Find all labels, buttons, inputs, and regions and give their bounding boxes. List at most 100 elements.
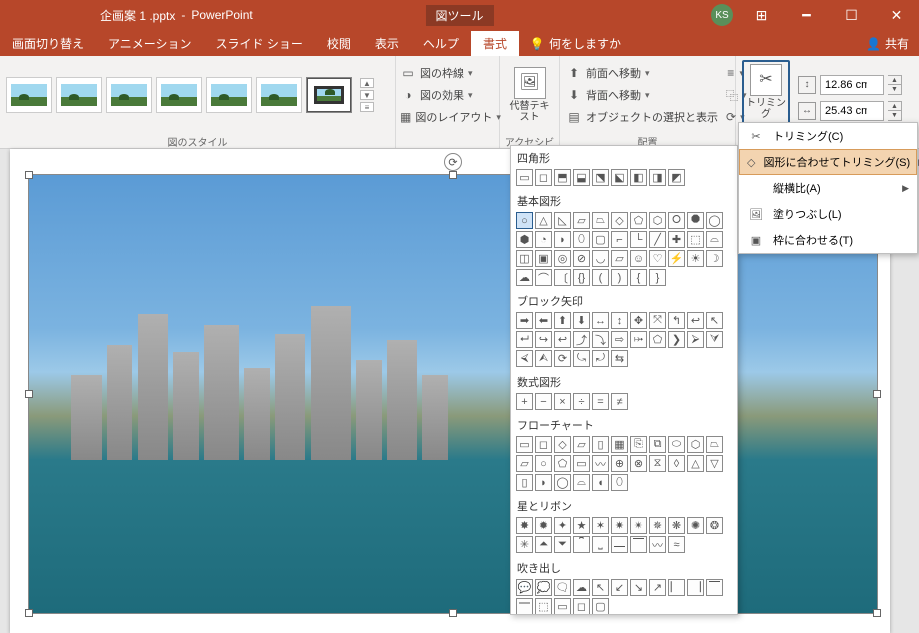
width-spinner[interactable]: ▲▼ [888, 101, 902, 121]
shape-star8[interactable]: ✴ [630, 517, 647, 534]
shape-arrow-leftright[interactable]: ↔ [592, 312, 609, 329]
shape-arrow-notched[interactable]: ⤠ [630, 331, 647, 348]
shape-star32[interactable]: ✳ [516, 536, 533, 553]
shape-fc-manual-input[interactable]: ⏢ [706, 436, 723, 453]
picture-border-button[interactable]: ▭ 図の枠線▾ [400, 63, 495, 83]
shape-arrow-downcallout[interactable]: ⮛ [706, 331, 723, 348]
shape-diag-stripe[interactable]: ╱ [649, 231, 666, 248]
resize-handle-n[interactable] [449, 171, 457, 179]
shape-multiply[interactable]: × [554, 393, 571, 410]
shape-cloud[interactable]: ☁ [516, 269, 533, 286]
shape-arrow-striped[interactable]: ⇨ [611, 331, 628, 348]
close-button[interactable]: ✕ [874, 0, 919, 30]
shape-callout-oval[interactable]: 🗨 [554, 579, 571, 596]
shape-oval[interactable]: ○ [516, 212, 533, 229]
shape-snip-rect-1[interactable]: ⬒ [554, 169, 571, 186]
style-option-7[interactable] [306, 77, 352, 113]
shape-fc-display[interactable]: ⬯ [611, 474, 628, 491]
tab-format[interactable]: 書式 [471, 31, 519, 56]
shape-round-rect-3[interactable]: ◨ [649, 169, 666, 186]
resize-handle-w[interactable] [25, 390, 33, 398]
maximize-button[interactable]: ☐ [829, 0, 874, 30]
shape-fc-sort[interactable]: ◊ [668, 455, 685, 472]
shape-bracket[interactable]: 〔 [554, 269, 571, 286]
shape-callout-accent1[interactable]: ⎸ [668, 579, 685, 596]
shape-plaque[interactable]: ⬚ [687, 231, 704, 248]
picture-style-gallery[interactable] [6, 77, 352, 113]
shape-block-arc[interactable]: ◡ [592, 250, 609, 267]
menu-item-aspect-ratio[interactable]: 縦横比(A) ▶ [739, 175, 917, 201]
shape-arrow-circular[interactable]: ⟳ [554, 350, 571, 367]
shape-fc-stored[interactable]: ▯ [516, 474, 533, 491]
shape-divide[interactable]: ÷ [573, 393, 590, 410]
shape-round-rect-4[interactable]: ◩ [668, 169, 685, 186]
shape-rounded-rect[interactable]: ◻ [535, 169, 552, 186]
shape-arrow-updown[interactable]: ↕ [611, 312, 628, 329]
resize-handle-sw[interactable] [25, 609, 33, 617]
style-option-3[interactable] [106, 77, 152, 113]
shape-heart[interactable]: ♡ [649, 250, 666, 267]
shape-wave[interactable]: 〰 [649, 536, 666, 553]
share-button[interactable]: 👤 共有 [856, 31, 919, 56]
shape-triangle[interactable]: △ [535, 212, 552, 229]
shape-fc-connector[interactable]: ○ [535, 455, 552, 472]
shape-arc[interactable]: ⌒ [535, 269, 552, 286]
tab-review[interactable]: 校閲 [315, 31, 363, 56]
shape-fc-tape[interactable]: 〰 [592, 455, 609, 472]
shape-arrow-quad[interactable]: ✥ [630, 312, 647, 329]
shape-round-rect-1[interactable]: ⬕ [611, 169, 628, 186]
shape-sun[interactable]: ☀ [687, 250, 704, 267]
shape-right-triangle[interactable]: ◺ [554, 212, 571, 229]
shape-fc-manual-op[interactable]: ⏥ [516, 455, 533, 472]
menu-item-fit[interactable]: ▣ 枠に合わせる(T) [739, 227, 917, 253]
tab-transition[interactable]: 画面切り替え [0, 31, 96, 56]
style-option-1[interactable] [6, 77, 52, 113]
shape-ribbon-curved-up[interactable]: ⎴ [573, 536, 590, 553]
shape-arrow-curved-up[interactable]: ⤴ [573, 331, 590, 348]
resize-handle-nw[interactable] [25, 171, 33, 179]
bring-forward-button[interactable]: ⬆ 前面へ移動▾ [566, 63, 718, 83]
shape-chord[interactable]: ◗ [554, 231, 571, 248]
shape-fc-mag-disk[interactable]: ⌓ [573, 474, 590, 491]
shape-star24[interactable]: ❂ [706, 517, 723, 534]
tab-help[interactable]: ヘルプ [411, 31, 471, 56]
style-gallery-more[interactable]: ▲▼≡ [360, 78, 374, 112]
shape-callout-line3[interactable]: ↘ [630, 579, 647, 596]
shape-fc-document[interactable]: ⎘ [630, 436, 647, 453]
shape-can[interactable]: ⌓ [706, 231, 723, 248]
tab-slideshow[interactable]: スライド ショー [204, 31, 315, 56]
shape-donut[interactable]: ◎ [554, 250, 571, 267]
rotate-handle[interactable]: ⟳ [444, 153, 462, 171]
shape-fc-predef[interactable]: ▯ [592, 436, 609, 453]
shape-callout-line1[interactable]: ↖ [592, 579, 609, 596]
shape-lightning[interactable]: ⚡ [668, 250, 685, 267]
shape-explosion1[interactable]: ✸ [516, 517, 533, 534]
shape-callout-accent2[interactable]: ⎹ [687, 579, 704, 596]
selection-pane-button[interactable]: ▤ オブジェクトの選択と表示 [566, 107, 718, 127]
shape-fc-alt-process[interactable]: ◻ [535, 436, 552, 453]
shape-arrow-right[interactable]: ➡ [516, 312, 533, 329]
shape-fc-process[interactable]: ▭ [516, 436, 533, 453]
style-option-5[interactable] [206, 77, 252, 113]
shape-arrow-more3[interactable]: ⇆ [611, 350, 628, 367]
shape-arrow-rightcallout[interactable]: ⮚ [687, 331, 704, 348]
shape-explosion2[interactable]: ✹ [535, 517, 552, 534]
shape-pentagon[interactable]: ⬠ [630, 212, 647, 229]
shape-arrow-more2[interactable]: ⤾ [592, 350, 609, 367]
shape-diamond[interactable]: ◇ [611, 212, 628, 229]
shape-ribbon-down[interactable]: ⏷ [554, 536, 571, 553]
shape-octagon[interactable]: ⯃ [687, 212, 704, 229]
shape-fc-card[interactable]: ▭ [573, 455, 590, 472]
shape-fc-data[interactable]: ▱ [573, 436, 590, 453]
shape-plus[interactable]: + [516, 393, 533, 410]
shape-fc-direct-storage[interactable]: ◖ [592, 474, 609, 491]
menu-item-fill[interactable]: 🖼 塗りつぶし(L) [739, 201, 917, 227]
ribbon-options-button[interactable]: ⊞ [739, 0, 784, 30]
shape-arrow-bentup[interactable]: ⮠ [516, 331, 533, 348]
shape-ribbon-curved-down[interactable]: ⎵ [592, 536, 609, 553]
tab-view[interactable]: 表示 [363, 31, 411, 56]
shape-right-bracket[interactable]: ) [611, 269, 628, 286]
user-avatar[interactable]: KS [711, 4, 733, 26]
shape-fc-or[interactable]: ⊗ [630, 455, 647, 472]
picture-layout-button[interactable]: ▦ 図のレイアウト▾ [400, 107, 495, 127]
